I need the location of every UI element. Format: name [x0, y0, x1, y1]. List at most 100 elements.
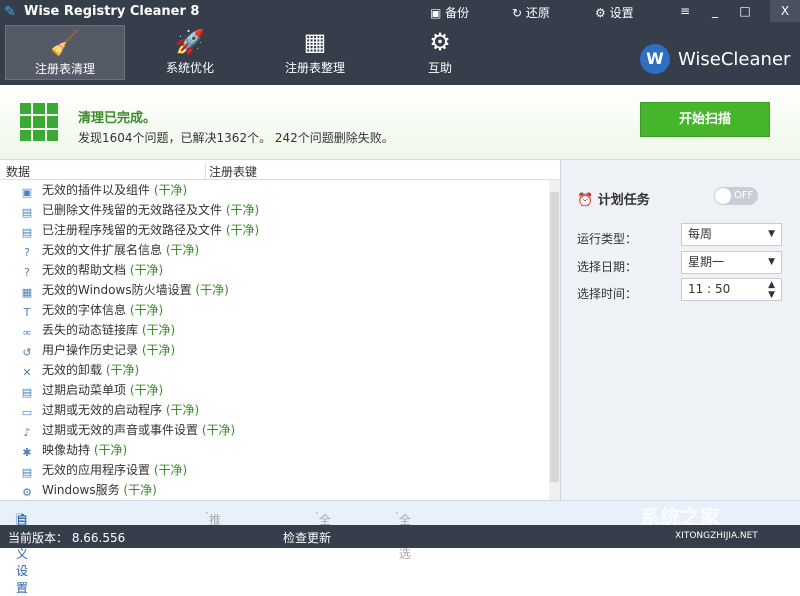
category-list: ▣ 无效的插件以及组件 (干净) ▤ 已删除文件残留的无效路径及文件 (干净) ▤ 已注册… [0, 180, 548, 500]
minimize-button[interactable]: _ [700, 0, 730, 22]
spinner-arrows-icon[interactable]: ▲ ▼ [768, 280, 775, 300]
save-icon: ▣ [430, 6, 446, 20]
restore-button[interactable]: ↻ 还原 [512, 4, 550, 21]
item-state: (干净) [165, 403, 200, 417]
tab-registry-defrag[interactable]: ▦ 注册表整理 [255, 25, 375, 80]
category-icon: ✕ [22, 366, 32, 379]
run-type-select[interactable]: 每周 ▼ [681, 223, 782, 246]
category-icon: ▤ [21, 226, 33, 239]
list-item[interactable]: ? 无效的文件扩展名信息 (干净) [20, 240, 199, 260]
schedule-toggle[interactable]: OFF [714, 187, 758, 205]
list-item[interactable]: ↺ 用户操作历史记录 (干净) [20, 340, 175, 360]
scrollbar-thumb[interactable] [550, 192, 559, 482]
item-state: (干净) [93, 443, 128, 457]
tab-registry-clean[interactable]: 🧹 注册表清理 [5, 25, 125, 80]
schedule-title: ⏰ 计划任务 [577, 193, 650, 208]
item-state: (干净) [165, 243, 200, 257]
check-update-link[interactable]: 检查更新 [283, 529, 331, 546]
item-state: (干净) [123, 483, 157, 497]
item-state: (干净) [141, 343, 176, 357]
watermark-url: XITONGZHIJIA.NET [675, 531, 758, 541]
item-label: 已注册程序残留的无效路径及文件 [42, 223, 223, 237]
list-item[interactable]: ▦ 无效的Windows防火墙设置 (干净) [20, 280, 229, 300]
list-item[interactable]: ▭ 过期或无效的启动程序 (干净) [20, 400, 199, 420]
category-icon: ? [24, 246, 30, 259]
backup-button[interactable]: ▣ 备份 [430, 4, 469, 21]
close-button[interactable]: X [770, 0, 800, 22]
list-item[interactable]: ▤ 过期启动菜单项 (干净) [20, 380, 163, 400]
item-state: (干净) [225, 203, 260, 217]
list-item[interactable]: ? 无效的帮助文档 (干净) [20, 260, 163, 280]
item-label: 无效的卸载 [42, 363, 103, 377]
category-icon: ▦ [21, 286, 33, 299]
maximize-button[interactable]: □ [730, 0, 760, 22]
tools-icon: ⚙ [429, 28, 451, 56]
item-label: Windows服务 [42, 483, 120, 497]
category-icon: ▣ [21, 186, 33, 199]
item-state: (干净) [105, 363, 140, 377]
item-state: (干净) [201, 423, 236, 437]
time-spinner[interactable]: 11 : 50 ▲ ▼ [681, 278, 782, 301]
category-icon: ∞ [22, 326, 32, 339]
list-item[interactable]: ▤ 无效的应用程序设置 (干净) [20, 460, 187, 480]
column-data[interactable]: 数据 [6, 163, 30, 180]
item-state: (干净) [195, 283, 229, 297]
select-all-link[interactable]: · 全选 [315, 506, 331, 544]
category-icon: ✱ [22, 446, 32, 459]
item-label: 映像劫持 [42, 443, 91, 457]
item-state: (干净) [129, 383, 164, 397]
item-state: (干净) [129, 303, 164, 317]
status-panel: 清理已完成。 发现1604个问题，已解决1362个。 242个问题删除失败。 开… [0, 85, 800, 160]
category-icon: ▤ [21, 206, 33, 219]
list-item[interactable]: ▤ 已注册程序残留的无效路径及文件 (干净) [20, 220, 259, 240]
item-label: 已删除文件残留的无效路径及文件 [42, 203, 223, 217]
day-select[interactable]: 星期一 ▼ [681, 251, 782, 274]
status-detail: 发现1604个问题，已解决1362个。 242个问题删除失败。 [78, 131, 394, 145]
settings-button[interactable]: ⚙ 设置 [595, 4, 634, 21]
version-text: 当前版本： 8.66.556 [8, 531, 126, 545]
restore-icon: ↻ [512, 6, 526, 20]
select-none-link[interactable]: · 全不选 [395, 506, 411, 561]
list-item[interactable]: ▤ 已删除文件残留的无效路径及文件 (干净) [20, 200, 259, 220]
wisecleaner-logo[interactable]: W WiseCleaner [640, 44, 790, 74]
rocket-icon: 🚀 [175, 28, 205, 56]
tab-system-optimize[interactable]: 🚀 系统优化 [130, 25, 250, 80]
recommend-link[interactable]: · 推荐 [205, 506, 221, 544]
item-label: 无效的插件以及组件 [42, 183, 151, 197]
list-item[interactable]: T 无效的字体信息 (干净) [20, 300, 164, 320]
status-grid-icon [20, 103, 58, 141]
item-label: 丢失的动态链接库 [42, 323, 139, 337]
item-label: 无效的字体信息 [42, 303, 127, 317]
list-item[interactable]: ▣ 无效的插件以及组件 (干净) [20, 180, 187, 200]
gear-icon: ⚙ [595, 6, 610, 20]
item-label: 无效的应用程序设置 [42, 463, 151, 477]
item-label: 用户操作历史记录 [42, 343, 139, 357]
status-bar: 当前版本： 8.66.556 检查更新 XITONGZHIJIA.NET [0, 525, 800, 548]
item-label: 无效的文件扩展名信息 [42, 243, 163, 257]
category-icon: ▤ [21, 386, 33, 399]
item-state: (干净) [129, 263, 164, 277]
status-title: 清理已完成。 [78, 111, 157, 126]
list-item[interactable]: ✕ 无效的卸载 (干净) [20, 360, 139, 380]
list-item[interactable]: ⚙ Windows服务 (干净) [20, 480, 157, 500]
item-state: (干净) [141, 323, 176, 337]
category-icon: ⚙ [22, 486, 32, 499]
list-item[interactable]: ∞ 丢失的动态链接库 (干净) [20, 320, 175, 340]
start-scan-button[interactable]: 开始扫描 [640, 102, 770, 137]
category-icon: ? [24, 266, 30, 279]
list-item[interactable]: ✱ 映像劫持 (干净) [20, 440, 127, 460]
app-title: Wise Registry Cleaner 8 [24, 4, 200, 19]
category-icon: ▭ [21, 406, 33, 419]
alarm-clock-icon: ⏰ [577, 193, 598, 208]
broom-icon: 🧹 [50, 29, 80, 57]
menu-button[interactable]: ≡ [670, 0, 700, 22]
column-registry-key[interactable]: 注册表键 [205, 163, 257, 180]
tab-help[interactable]: ⚙ 互助 [380, 25, 500, 80]
scrollbar[interactable] [549, 180, 560, 500]
day-label: 选择日期： [577, 260, 638, 274]
item-label: 无效的Windows防火墙设置 [42, 283, 192, 297]
footer-bar: 🗎自定义设置 · 推荐 · 全选 · 全不选 系统之家 [0, 500, 800, 595]
list-item[interactable]: ♪ 过期或无效的声音或事件设置 (干净) [20, 420, 235, 440]
category-icon: T [23, 306, 31, 319]
schedule-panel: ⏰ 计划任务 OFF 运行类型： 每周 ▼ 选择日期： 星期一 ▼ 选择时间： 11… [560, 160, 800, 500]
